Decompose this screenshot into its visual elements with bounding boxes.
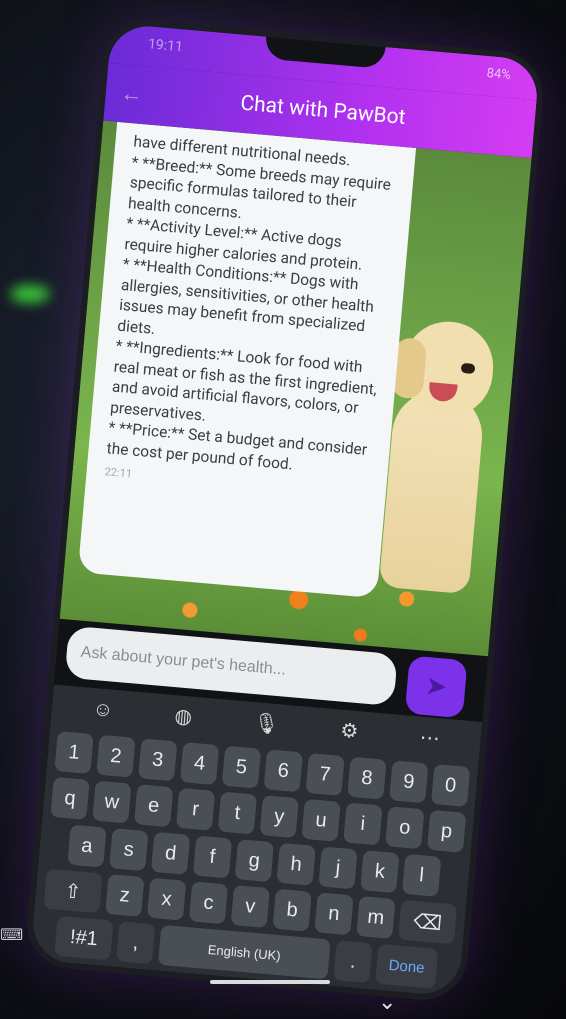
space-key[interactable]: English (UK): [157, 924, 331, 980]
key-w[interactable]: w: [92, 780, 132, 824]
soft-keyboard: ☺ ◍ 🎙 ⚙ ⋯ 1 2 3 4 5 6 7 8 9 0 q w e r t …: [29, 684, 483, 997]
phone-frame: 19:11 84% ← Chat with PawBot have differ…: [29, 23, 541, 997]
key-l[interactable]: l: [402, 853, 442, 897]
key-y[interactable]: y: [259, 795, 299, 839]
key-q[interactable]: q: [50, 776, 90, 820]
key-9[interactable]: 9: [389, 760, 429, 804]
back-arrow-icon[interactable]: ←: [111, 79, 153, 108]
key-g[interactable]: g: [234, 839, 274, 883]
key-e[interactable]: e: [134, 784, 174, 828]
mic-icon[interactable]: 🎙: [253, 710, 280, 736]
key-c[interactable]: c: [188, 881, 229, 925]
send-icon: ➤: [423, 670, 449, 703]
key-u[interactable]: u: [301, 798, 341, 842]
puppy-body: [378, 387, 486, 595]
bot-message-bubble: have different nutritional needs. * **Br…: [77, 121, 417, 599]
status-time: 19:11: [147, 36, 184, 56]
shift-key[interactable]: ⇧: [43, 868, 103, 914]
key-v[interactable]: v: [230, 884, 270, 928]
more-icon[interactable]: ⋯: [419, 725, 441, 751]
backspace-icon: ⌫: [412, 910, 443, 935]
chat-area[interactable]: have different nutritional needs. * **Br…: [59, 120, 532, 657]
key-o[interactable]: o: [385, 806, 425, 850]
key-2[interactable]: 2: [96, 734, 136, 778]
comma-key[interactable]: ,: [116, 921, 156, 965]
keyboard-switch-icon[interactable]: ⌨: [0, 925, 23, 944]
key-k[interactable]: k: [360, 850, 400, 894]
key-1[interactable]: 1: [54, 731, 94, 775]
key-b[interactable]: b: [272, 888, 312, 932]
puppy-nose: [460, 362, 476, 375]
key-m[interactable]: m: [356, 895, 396, 939]
key-z[interactable]: z: [105, 874, 145, 917]
key-h[interactable]: h: [276, 842, 316, 886]
key-4[interactable]: 4: [179, 742, 220, 786]
symbols-key[interactable]: !#1: [54, 915, 114, 961]
key-x[interactable]: x: [146, 877, 187, 921]
backspace-key[interactable]: ⌫: [397, 899, 458, 945]
shift-icon: ⇧: [63, 879, 83, 904]
status-battery: 84%: [486, 65, 512, 83]
sticker-icon[interactable]: ◍: [174, 703, 193, 728]
key-r[interactable]: r: [175, 787, 216, 831]
green-light: [10, 285, 50, 303]
background-scene: 19:11 84% ← Chat with PawBot have differ…: [0, 0, 566, 1019]
key-a[interactable]: a: [67, 824, 107, 868]
send-button[interactable]: ➤: [404, 655, 468, 719]
key-3[interactable]: 3: [138, 738, 178, 782]
settings-icon[interactable]: ⚙: [339, 718, 359, 743]
key-n[interactable]: n: [314, 892, 354, 936]
key-s[interactable]: s: [109, 828, 149, 872]
key-f[interactable]: f: [192, 835, 233, 879]
key-t[interactable]: t: [217, 791, 258, 835]
key-d[interactable]: d: [150, 831, 191, 875]
done-key[interactable]: Done: [375, 943, 439, 989]
chevron-down-icon[interactable]: ⌄: [378, 990, 396, 1015]
key-8[interactable]: 8: [347, 756, 387, 800]
key-i[interactable]: i: [343, 802, 383, 846]
key-p[interactable]: p: [426, 809, 467, 853]
period-key[interactable]: .: [333, 940, 373, 984]
home-gesture-bar[interactable]: [210, 980, 330, 984]
key-7[interactable]: 7: [305, 753, 345, 796]
key-0[interactable]: 0: [430, 763, 471, 807]
key-5[interactable]: 5: [221, 745, 262, 789]
key-6[interactable]: 6: [263, 749, 303, 793]
emoji-icon[interactable]: ☺: [92, 696, 114, 723]
key-j[interactable]: j: [318, 846, 358, 890]
